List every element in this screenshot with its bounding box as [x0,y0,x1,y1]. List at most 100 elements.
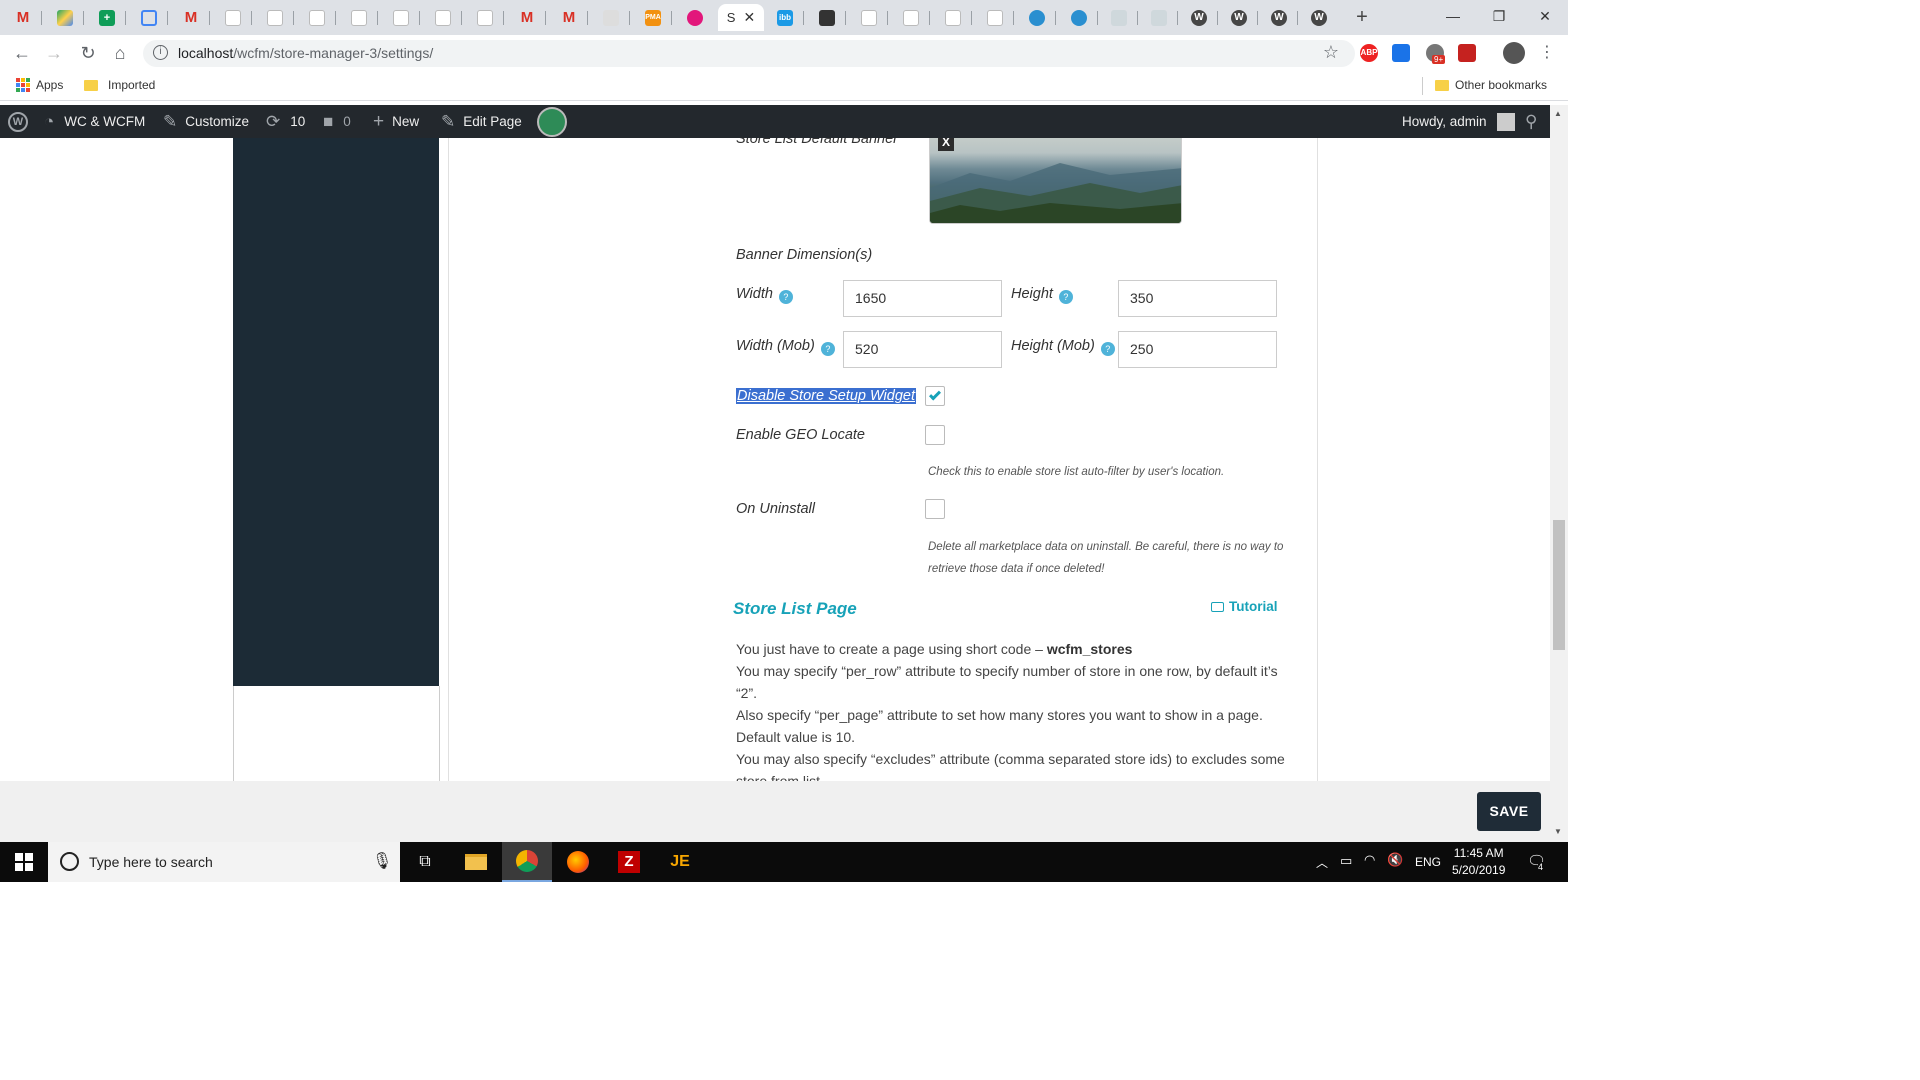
height-input[interactable]: 350 [1118,280,1277,317]
language-indicator[interactable]: ENG [1415,855,1441,869]
dashboard-icon: ◔ [44,111,55,131]
tab-inbox[interactable] [130,4,168,31]
tab-site-10[interactable] [934,4,972,31]
battery-icon[interactable]: ▭ [1340,853,1352,869]
tab-wp-2[interactable]: W [1220,4,1258,31]
back-icon[interactable]: ← [10,41,34,65]
tab-gmail-4[interactable]: M [550,4,588,31]
scroll-up-icon[interactable]: ▲ [1554,109,1562,118]
tab-sheets[interactable]: + [88,4,126,31]
help-icon[interactable]: ? [1058,290,1073,304]
tab-site-8[interactable] [850,4,888,31]
address-bar[interactable]: i localhost/wcfm/store-manager-3/setting… [143,40,1355,67]
tab-site-9[interactable] [892,4,930,31]
new-content-menu[interactable]: + New [373,105,419,138]
save-button[interactable]: SAVE [1477,792,1541,831]
tab-ibb[interactable]: ibb [766,4,804,31]
help-icon[interactable]: ? [778,290,793,304]
tab-gmail-2[interactable]: M [172,4,210,31]
tab-wp-3[interactable]: W [1260,4,1298,31]
volume-muted-icon[interactable]: 🔇 [1387,852,1403,868]
tab-site-1[interactable] [214,4,252,31]
customize-link[interactable]: ✎ Customize [163,105,249,138]
tab-close-icon[interactable]: ✕ [743,9,755,26]
bookmark-star-icon[interactable]: ☆ [1323,42,1339,63]
uninstall-description-1: Delete all marketplace data on uninstall… [928,541,1284,553]
tab-globe-1[interactable] [1018,4,1056,31]
start-button[interactable] [0,842,48,882]
tab-globe-2[interactable] [1060,4,1098,31]
wifi-icon[interactable]: ◠ [1364,852,1375,868]
forward-icon[interactable]: → [42,41,66,65]
info-icon[interactable]: i [153,45,168,60]
taskbar-firefox[interactable] [553,842,603,882]
help-icon[interactable]: ? [820,342,835,356]
tab-pma[interactable]: PMA [634,4,672,31]
width-mob-input[interactable]: 520 [843,331,1002,368]
width-input[interactable]: 1650 [843,280,1002,317]
clock[interactable]: 11:45 AM 5/20/2019 [1452,845,1505,879]
bookmark-apps[interactable]: Apps [16,78,63,92]
menu-dots-icon[interactable]: ⋮ [1535,41,1559,65]
tab-pink[interactable] [676,4,714,31]
profile-avatar[interactable] [1503,42,1525,64]
tab-site-4[interactable] [340,4,378,31]
tab-site-7[interactable] [466,4,504,31]
taskbar-search[interactable]: Type here to search 🎙 [48,842,400,882]
tab-site-11[interactable] [976,4,1014,31]
search-button[interactable]: ⚲ [1525,105,1537,138]
adblock-icon[interactable]: ABP [1360,44,1378,62]
site-name-menu[interactable]: ◔ WC & WCFM [44,105,145,138]
taskbar-file-explorer[interactable] [451,842,501,882]
bookmark-imported[interactable]: Imported [84,78,155,92]
my-account-menu[interactable]: Howdy, admin [1402,105,1515,138]
taskbar-jetbrains[interactable]: JE [655,842,705,882]
wcfm-menu[interactable] [537,105,567,138]
tab-doc[interactable] [592,4,630,31]
edit-page-link[interactable]: ✎ Edit Page [441,105,522,138]
taskbar-filezilla[interactable]: Z [604,842,654,882]
tab-active[interactable]: S ✕ [718,4,764,31]
tab-site-2[interactable] [256,4,294,31]
microphone-icon[interactable]: 🎙 [372,851,392,871]
tab-drive[interactable] [46,4,84,31]
taskbar-chrome[interactable] [502,842,552,882]
height-mob-input[interactable]: 250 [1118,331,1277,368]
pocket-icon[interactable] [1458,44,1476,62]
bookmark-other[interactable]: Other bookmarks [1435,78,1547,92]
scroll-down-icon[interactable]: ▼ [1554,827,1562,836]
disable-widget-checkbox[interactable] [925,386,945,406]
tab-gmail[interactable]: M [4,4,42,31]
tab-site-3[interactable] [298,4,336,31]
update-icon: ⟳ [266,111,281,131]
reload-icon[interactable]: ↻ [76,41,100,65]
tab-site-6[interactable] [424,4,462,31]
tray-expand-icon[interactable]: ︿ [1316,854,1328,871]
comments-link[interactable]: ■ 0 [323,105,351,138]
tab-wp-1[interactable]: W [1180,4,1218,31]
new-tab-button[interactable]: + [1343,4,1381,31]
updates-link[interactable]: ⟳ 10 [266,105,305,138]
notifications-icon[interactable]: 🗨 [1527,852,1546,870]
remove-banner-button[interactable]: X [938,138,954,151]
tab-site-5[interactable] [382,4,420,31]
restore-button[interactable]: ❐ [1476,0,1522,32]
tab-wp-4[interactable]: W [1300,4,1338,31]
help-icon[interactable]: ? [1100,342,1115,356]
home-icon[interactable]: ⌂ [108,41,132,65]
task-view-button[interactable]: ⧉ [400,842,450,882]
page-scrollbar[interactable]: ▲ ▼ [1550,105,1568,842]
tab-gmail-3[interactable]: M [508,4,546,31]
wp-logo-menu[interactable]: W [8,105,28,138]
tab-screen-1[interactable] [1100,4,1138,31]
screenshot-ext-icon[interactable] [1392,44,1410,62]
banner-image[interactable]: X [929,138,1182,224]
scroll-thumb[interactable] [1553,520,1565,650]
tab-screen-2[interactable] [1140,4,1178,31]
minimize-button[interactable]: — [1430,0,1476,32]
close-window-button[interactable]: ✕ [1522,0,1568,32]
geo-locate-checkbox[interactable] [925,425,945,445]
tab-film[interactable] [808,4,846,31]
tutorial-link[interactable]: Tutorial [1211,599,1278,614]
uninstall-checkbox[interactable] [925,499,945,519]
